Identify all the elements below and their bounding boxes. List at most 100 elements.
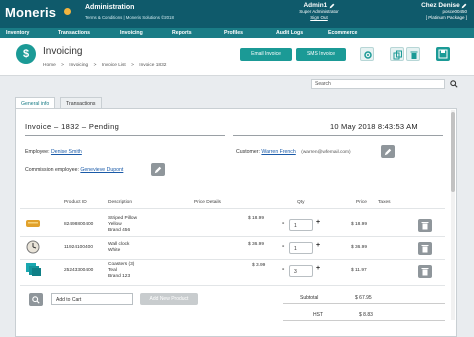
coasters-icon: [26, 263, 41, 276]
product-search-button[interactable]: [29, 293, 43, 306]
search-icon[interactable]: [450, 80, 458, 88]
desc-line: Brand 456: [108, 228, 131, 233]
col-description: Description: [108, 200, 132, 205]
product-description: Coasters (3) Teal Brand 123: [108, 262, 134, 280]
desc-line: White: [108, 248, 121, 253]
pillow-icon: [26, 220, 40, 227]
unit-price: $ 36.99: [248, 242, 265, 247]
scrollbar-thumb[interactable]: [451, 112, 455, 192]
hst-value: $ 8.83: [359, 312, 373, 318]
qty-decrement-button[interactable]: -: [282, 220, 284, 227]
hst-label: HST: [313, 312, 323, 318]
nav-inventory[interactable]: Inventory: [0, 28, 52, 38]
nav-invoicing[interactable]: Invoicing: [114, 28, 166, 38]
sign-out-link[interactable]: Sign Out: [286, 15, 352, 21]
breadcrumb-home[interactable]: Home: [43, 63, 56, 68]
logo-dot-icon: [64, 8, 71, 15]
qty-increment-button[interactable]: +: [316, 242, 320, 249]
nav-audit-logs[interactable]: Audit Logs: [270, 28, 322, 38]
qty-decrement-button[interactable]: -: [282, 266, 284, 273]
nav-ecommerce[interactable]: Ecommerce: [322, 28, 374, 38]
summary-divider: [283, 320, 445, 321]
employee-label: Employee:: [25, 149, 50, 155]
invoice-title: Invoice – 1832 – Pending: [25, 122, 120, 131]
copy-icon: [393, 50, 402, 60]
search-input[interactable]: Search: [311, 79, 445, 89]
qty-input[interactable]: 1: [289, 242, 313, 254]
email-invoice-button[interactable]: Email Invoice: [240, 48, 292, 61]
delete-invoice-button[interactable]: [406, 47, 420, 61]
commission-field: Commission employee: Genevieve Dupont: [25, 167, 123, 173]
col-product-id: Product ID: [64, 200, 87, 205]
line-price: $ 11.97: [351, 268, 367, 273]
edit-store-icon[interactable]: [461, 3, 467, 9]
store-package: [ Platinum Package ]: [425, 15, 467, 21]
unit-price: $ 18.99: [248, 216, 265, 221]
copy-button[interactable]: [390, 47, 404, 61]
breadcrumb: Home > Invoicing > Invoice List > Invoic…: [43, 63, 170, 68]
clock-icon: [26, 240, 40, 254]
customer-field: Customer: Warren French (warren@wfemail.…: [236, 149, 351, 155]
remove-item-button[interactable]: [418, 242, 432, 255]
qty-input[interactable]: 3: [289, 265, 313, 277]
trash-icon: [421, 245, 429, 253]
col-price: Price: [356, 200, 367, 205]
qty-increment-button[interactable]: +: [316, 265, 320, 272]
subtotal-value: $ 67.95: [355, 295, 372, 301]
nav-reports[interactable]: Reports: [166, 28, 218, 38]
save-icon: [438, 49, 448, 59]
divider: [233, 135, 443, 136]
desc-line: Brand 123: [108, 274, 131, 279]
row-divider: [20, 236, 445, 237]
product-id: 25243300400: [64, 268, 94, 273]
product-description: Wall clock White: [108, 242, 129, 254]
customer-link[interactable]: Warren French: [261, 149, 295, 155]
subtotal-label: Subtotal: [300, 295, 319, 301]
breadcrumb-sep: >: [61, 63, 64, 68]
line-price: $ 36.99: [351, 245, 368, 250]
breadcrumb-sep: >: [131, 63, 134, 68]
dollar-icon: $: [16, 44, 36, 64]
customer-email: (warren@wfemail.com): [301, 150, 351, 155]
customer-label: Customer:: [236, 149, 260, 155]
remove-item-button[interactable]: [418, 219, 432, 232]
main-nav: Inventory Transactions Invoicing Reports…: [0, 28, 474, 38]
divider: [25, 135, 225, 136]
user-name: Admin1: [303, 2, 328, 10]
top-header: Moneris Administration Terms & Condition…: [0, 0, 474, 28]
col-price-details: Price Details: [194, 200, 221, 205]
settings-button[interactable]: [360, 47, 374, 61]
remove-item-button[interactable]: [418, 265, 432, 278]
nav-transactions[interactable]: Transactions: [52, 28, 114, 38]
employee-link[interactable]: Denise Smith: [51, 149, 82, 155]
add-new-product-button[interactable]: Add New Product: [140, 293, 198, 305]
tab-transactions[interactable]: Transactions: [60, 97, 102, 108]
app-title: Administration: [85, 4, 135, 11]
row-divider: [20, 285, 445, 286]
summary-divider: [283, 303, 445, 304]
qty-decrement-button[interactable]: -: [282, 243, 284, 250]
row-divider: [20, 259, 445, 260]
qty-input[interactable]: 1: [289, 219, 313, 231]
nav-profiles[interactable]: Profiles: [218, 28, 270, 38]
edit-customer-button[interactable]: [381, 145, 395, 158]
col-qty: Qty: [297, 200, 305, 205]
search-icon: [32, 296, 40, 304]
col-taxes: Taxes: [378, 200, 391, 205]
row-divider: [20, 208, 445, 209]
edit-user-icon[interactable]: [329, 3, 335, 9]
edit-commission-button[interactable]: [151, 163, 165, 176]
employee-field: Employee: Denise Smith: [25, 149, 82, 155]
title-bar: $ Invoicing Home > Invoicing > Invoice L…: [0, 38, 474, 76]
breadcrumb-invoicing[interactable]: Invoicing: [69, 63, 88, 68]
breadcrumb-invoice-list[interactable]: Invoice List: [102, 63, 126, 68]
terms-link[interactable]: Terms & Conditions | Moneris Solutions ©…: [85, 15, 174, 20]
save-button[interactable]: [436, 47, 450, 61]
unit-price: $ 3.99: [252, 263, 266, 268]
trash-icon: [421, 222, 429, 230]
sms-invoice-button[interactable]: SMS Invoice: [296, 48, 346, 61]
add-to-cart-input[interactable]: Add to Cart: [51, 293, 133, 305]
qty-increment-button[interactable]: +: [316, 219, 320, 226]
commission-link[interactable]: Genevieve Dupont: [80, 167, 123, 173]
product-description: Striped Pillow Yellow Brand 456: [108, 216, 137, 234]
